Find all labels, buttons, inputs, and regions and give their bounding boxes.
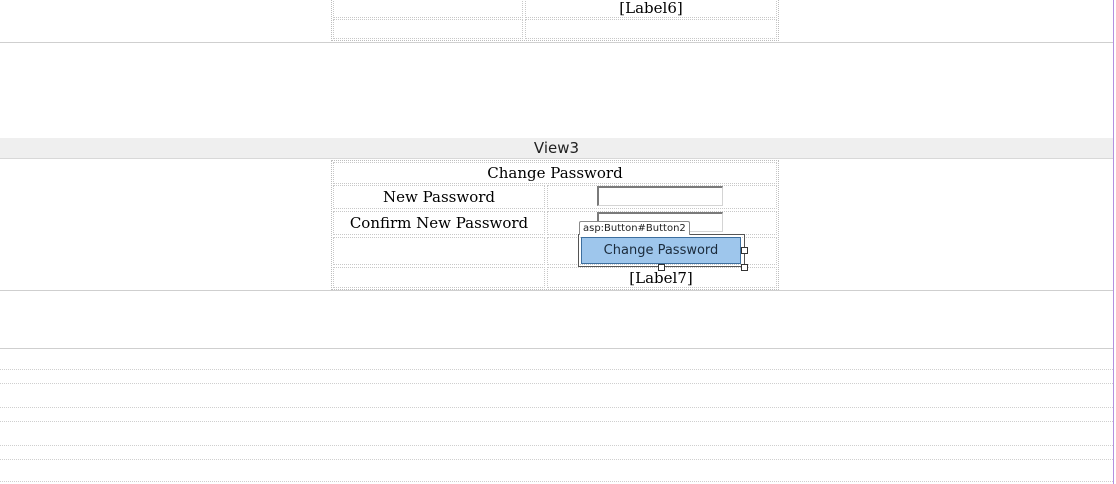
change-password-button[interactable]: Change Password (581, 237, 741, 264)
guide-row (0, 369, 1113, 370)
resize-handle-bottom-right[interactable] (741, 264, 748, 271)
button-row-left-cell (333, 237, 545, 265)
label6[interactable]: [Label6] (619, 0, 682, 17)
label7[interactable]: [Label7] (581, 268, 741, 288)
confirm-password-label: Confirm New Password (349, 214, 529, 232)
control-tag-label: asp:Button#Button2 (579, 221, 690, 235)
guide-row (0, 383, 1113, 384)
resize-handle-bottom[interactable] (658, 264, 665, 271)
label6-cell[interactable]: [Label6] (525, 0, 777, 18)
guide-row (0, 407, 1113, 408)
view3-header[interactable]: View3 (0, 138, 1113, 159)
resize-handle-right[interactable] (741, 247, 748, 254)
confirm-password-label-cell: Confirm New Password (333, 211, 545, 235)
new-password-label-cell: New Password (333, 185, 545, 209)
view3-title: View3 (533, 139, 580, 157)
change-password-title: Change Password (487, 164, 623, 182)
change-password-title-cell: Change Password (333, 162, 777, 184)
previous-table-cell-right-2 (525, 19, 777, 39)
previous-table-cell-left-2 (333, 19, 523, 39)
new-password-label: New Password (382, 188, 495, 206)
guide-row (0, 459, 1113, 460)
view3-bottom-separator (0, 290, 1113, 291)
new-password-input[interactable] (597, 186, 723, 206)
previous-table-cell-left (333, 0, 523, 18)
guide-row (0, 421, 1113, 422)
guide-row (0, 445, 1113, 446)
next-view-separator (0, 348, 1113, 349)
designer-edge-line (1113, 0, 1114, 484)
guide-row (0, 481, 1113, 482)
view-separator (0, 42, 1113, 43)
label-row-left-cell (333, 267, 545, 288)
